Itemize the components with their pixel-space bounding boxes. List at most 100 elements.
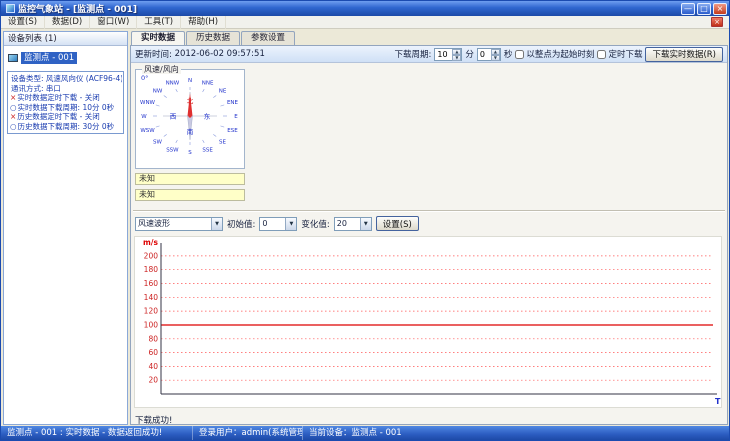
download-realtime-button[interactable]: 下载实时数据(R)	[645, 46, 723, 62]
svg-text:ENE: ENE	[227, 100, 239, 106]
app-icon	[6, 4, 15, 13]
menu-item[interactable]: 帮助(H)	[181, 15, 227, 29]
wind-direction-value: 未知	[135, 173, 245, 185]
device-info-text: 实时数据定时下载 - 关闭	[17, 93, 100, 102]
svg-text:SE: SE	[219, 140, 226, 146]
align-start-option[interactable]: 以整点为起始时刻	[515, 48, 594, 60]
svg-text:N: N	[188, 78, 192, 84]
wind-speed-chart: 20 40 60 80 100 120 140 160 180 200 m/s T	[134, 236, 722, 408]
title-bar: 监控气象站 - [监测点 - 001] — □ ×	[1, 1, 729, 16]
menu-item[interactable]: 窗口(W)	[90, 15, 138, 29]
set-button[interactable]: 设置(S)	[375, 216, 419, 231]
timed-download-option[interactable]: 定时下载	[597, 48, 642, 60]
close-icon[interactable]: ×	[713, 2, 727, 15]
realtime-tab-content: 更新时间: 2012-06-02 09:57:51 下载周期: ▲▼ 分 ▲▼ …	[130, 45, 728, 426]
device-tree-item[interactable]: 监测点 - 001	[4, 51, 127, 64]
svg-text:NE: NE	[219, 89, 227, 95]
timed-download-label: 定时下载	[608, 50, 643, 60]
seconds-stepper[interactable]: ▲▼	[476, 47, 501, 61]
seconds-unit-label: 秒	[503, 50, 513, 60]
svg-text:NNW: NNW	[166, 81, 180, 87]
minutes-stepper[interactable]: ▲▼	[434, 47, 463, 61]
svg-text:60: 60	[148, 348, 158, 357]
minimize-icon[interactable]: —	[681, 2, 695, 15]
section-divider	[133, 210, 725, 212]
chevron-down-icon[interactable]: ▼	[211, 217, 222, 230]
menu-item[interactable]: 数据(D)	[45, 15, 91, 29]
svg-text:NW: NW	[153, 89, 163, 95]
status-bar: 监测点 - 001 : 实时数据 - 数据返回成功! 登录用户：admin(系统…	[1, 426, 729, 440]
align-start-checkbox[interactable]	[515, 49, 525, 59]
svg-text:SSE: SSE	[202, 147, 213, 153]
timed-download-checkbox[interactable]	[597, 49, 607, 59]
menu-bar: 设置(S) 数据(D) 窗口(W) 工具(T) 帮助(H)	[1, 15, 729, 29]
mdi-close-icon[interactable]: ×	[711, 17, 723, 27]
chevron-down-icon[interactable]: ▼	[359, 217, 371, 230]
update-time-value: 2012-06-02 09:57:51	[174, 49, 265, 59]
device-info-text: 历史数据下载周期: 30分 0秒	[17, 121, 115, 131]
svg-text:SW: SW	[153, 140, 162, 146]
chart-controls: 风速波形 ▼ 初始值: 0 ▼ 变化值: 20 ▼ 设置(S)	[135, 216, 419, 231]
cycle-label: 下载周期:	[394, 50, 432, 60]
device-info-line: ×历史数据定时下载 - 关闭	[10, 112, 122, 122]
svg-text:SSW: SSW	[166, 147, 179, 153]
maximize-icon[interactable]: □	[697, 2, 711, 15]
compass-svg: 0° N NNE NEENE E ESESE SSE S SSW SW WSW W WNW NWNNW 北南…	[140, 74, 239, 156]
status-glyph: ×	[10, 112, 17, 121]
device-list-caption: 设备列表 (1)	[4, 32, 127, 46]
status-glyph: ○	[10, 121, 17, 131]
status-glyph: ○	[10, 102, 17, 112]
change-value-select[interactable]: 20 ▼	[333, 216, 372, 231]
svg-text:NNE: NNE	[202, 81, 214, 87]
svg-text:东: 东	[204, 112, 211, 121]
minutes-down-icon[interactable]: ▼	[452, 54, 462, 61]
status-login-user: 登录用户：admin(系统管理员)	[193, 426, 303, 440]
device-info-line: 通讯方式: 串口	[10, 84, 122, 94]
seconds-down-icon[interactable]: ▼	[490, 54, 500, 61]
menu-item[interactable]: 工具(T)	[137, 15, 182, 29]
device-info-line: ×实时数据定时下载 - 关闭	[10, 93, 122, 103]
app-window: { "window": { "title": "监控气象站 - [监测点 - 0…	[0, 0, 730, 441]
device-info-line: ○实时数据下载周期: 10分 0秒	[10, 103, 122, 113]
svg-text:100: 100	[144, 321, 159, 330]
device-info-text: 设备类型: 风速风向仪 (ACF96-4)	[11, 74, 122, 83]
svg-text:ESE: ESE	[227, 128, 238, 134]
tab-history-data[interactable]: 历史数据	[186, 31, 241, 45]
minutes-unit-label: 分	[465, 50, 474, 60]
svg-text:南: 南	[187, 127, 194, 136]
svg-text:北: 北	[187, 97, 194, 105]
initial-value-label: 初始值:	[227, 219, 256, 230]
initial-value-select[interactable]: 0 ▼	[259, 216, 298, 231]
svg-text:S: S	[188, 150, 192, 156]
status-device-message: 监测点 - 001 : 实时数据 - 数据返回成功!	[1, 426, 193, 440]
device-info-line: 设备类型: 风速风向仪 (ACF96-4)	[10, 74, 122, 84]
change-value-label: 变化值:	[301, 219, 330, 230]
svg-text:200: 200	[144, 251, 159, 260]
change-value: 20	[336, 219, 347, 228]
initial-value: 0	[262, 219, 268, 228]
status-glyph: ×	[10, 93, 17, 102]
svg-text:180: 180	[144, 265, 159, 274]
main-panel: 实时数据 历史数据 参数设置 更新时间: 2012-06-02 09:57:51…	[130, 31, 728, 426]
device-info-text: 历史数据定时下载 - 关闭	[17, 112, 100, 121]
svg-text:W: W	[141, 114, 147, 120]
device-monitor-icon	[8, 53, 18, 62]
realtime-toolbar: 更新时间: 2012-06-02 09:57:51 下载周期: ▲▼ 分 ▲▼ …	[131, 46, 727, 63]
tab-realtime-data[interactable]: 实时数据	[131, 31, 186, 45]
svg-text:80: 80	[148, 334, 158, 343]
chevron-down-icon[interactable]: ▼	[285, 217, 297, 230]
chart-svg: 20 40 60 80 100 120 140 160 180 200 m/s T	[143, 238, 721, 406]
download-status-text: 下载成功!	[135, 416, 173, 426]
tab-parameter-settings[interactable]: 参数设置	[241, 31, 296, 45]
waveform-select[interactable]: 风速波形 ▼	[135, 216, 223, 231]
device-info-text: 实时数据下载周期: 10分 0秒	[17, 102, 115, 112]
menu-item[interactable]: 设置(S)	[1, 15, 46, 29]
wind-group-label: 风速/风向	[142, 65, 181, 74]
update-time-label: 更新时间:	[135, 50, 172, 60]
device-info-text: 通讯方式: 串口	[11, 83, 61, 93]
device-list-panel: 设备列表 (1) 监测点 - 001 设备类型: 风速风向仪 (ACF96-4)…	[3, 31, 128, 425]
svg-text:WSW: WSW	[140, 128, 155, 134]
tab-strip: 实时数据 历史数据 参数设置	[130, 31, 728, 45]
svg-text:160: 160	[144, 279, 159, 288]
waveform-select-value: 风速波形	[138, 219, 170, 228]
